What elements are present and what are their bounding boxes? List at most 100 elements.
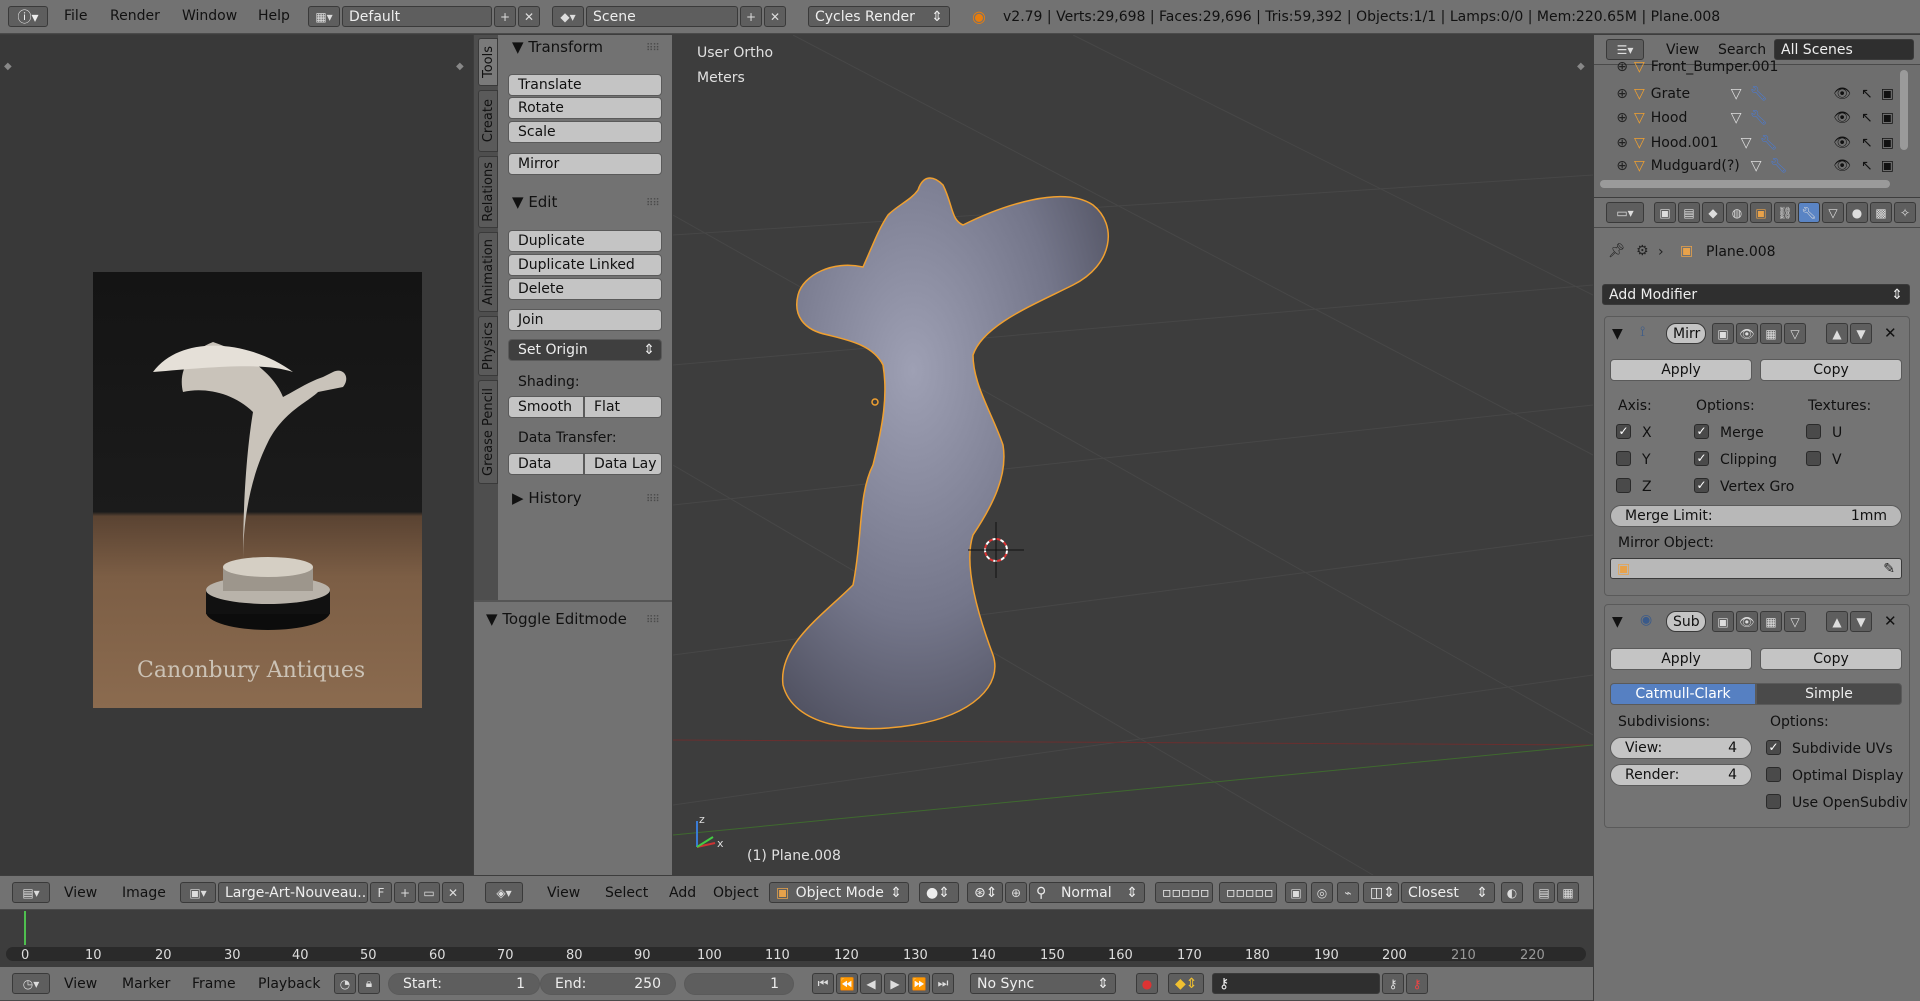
axis-y-checkbox[interactable] xyxy=(1616,451,1631,466)
data-layout-button[interactable]: Data Lay xyxy=(584,453,662,475)
jump-keyframe-forward-icon[interactable]: ⏩ xyxy=(908,973,930,994)
tab-animation[interactable]: Animation xyxy=(478,232,498,312)
menu-file[interactable]: File xyxy=(54,8,97,24)
3d-viewport[interactable]: User Ortho Meters (1) Plane.008 z x ◆ xyxy=(673,35,1593,875)
pivot-point-select[interactable]: ⊛⇕ xyxy=(967,882,1003,903)
clipping-checkbox[interactable]: ✓ xyxy=(1694,451,1709,466)
panel-grip-icon[interactable]: ⠿⠿ xyxy=(646,615,660,626)
subsurf-copy-button[interactable]: Copy xyxy=(1760,648,1902,670)
image-browse-icon[interactable]: ▣▾ xyxy=(180,882,216,903)
outliner-item[interactable]: ⊕ ▽ Hood ▽ 🔧︎ 👁︎ ↖ ▣ xyxy=(1600,106,1902,130)
remove-layout-icon[interactable]: ✕ xyxy=(518,6,540,27)
viewport-shading-select[interactable]: ●⇕ xyxy=(919,882,959,903)
image-editor-area[interactable]: Canonbury Antiques ◆ ◆ xyxy=(0,35,473,875)
edit-panel-header[interactable]: ▼ Edit xyxy=(512,193,557,211)
insert-keyframe-icon[interactable]: ⚷ xyxy=(1382,973,1404,994)
modifiers-tab-icon[interactable]: 🔧︎ xyxy=(1798,202,1820,223)
texture-tab-icon[interactable]: ▩ xyxy=(1870,202,1892,223)
mirror-editmode-icon[interactable]: ▦ xyxy=(1760,323,1782,344)
collapse-triangle-icon[interactable]: ▼ xyxy=(1612,326,1623,342)
render-camera-icon[interactable]: ▣ xyxy=(1881,135,1894,151)
mirror-cage-icon[interactable]: ▽ xyxy=(1784,323,1806,344)
current-frame-field[interactable]: 1 xyxy=(684,973,794,995)
join-button[interactable]: Join xyxy=(508,309,662,331)
menu-render[interactable]: Render xyxy=(100,8,170,24)
collapse-triangle-icon[interactable]: ▼ xyxy=(1612,614,1623,630)
tab-tools[interactable]: Tools xyxy=(478,38,498,86)
viewport-menu-view[interactable]: View xyxy=(537,885,590,901)
render-tab-icon[interactable]: ▣ xyxy=(1654,202,1676,223)
render-camera-icon[interactable]: ▣ xyxy=(1881,110,1894,126)
subsurf-move-up-icon[interactable]: ▲ xyxy=(1826,611,1848,632)
outliner-menu-view[interactable]: View xyxy=(1656,42,1709,58)
vertex-groups-checkbox[interactable]: ✓ xyxy=(1694,478,1709,493)
scene-tab-icon[interactable]: ◆ xyxy=(1702,202,1724,223)
timeline-menu-marker[interactable]: Marker xyxy=(112,976,180,992)
start-frame-field[interactable]: Start: 1 xyxy=(388,973,540,995)
transform-panel-header[interactable]: ▼ Transform xyxy=(512,38,603,56)
mirror-name-field[interactable]: Mirr xyxy=(1666,323,1706,344)
catmull-clark-button[interactable]: Catmull-Clark xyxy=(1610,683,1756,705)
mirror-apply-button[interactable]: Apply xyxy=(1610,359,1752,381)
tab-create[interactable]: Create xyxy=(478,90,498,152)
outliner-hscrollbar[interactable] xyxy=(1600,180,1890,188)
visibility-eye-icon[interactable]: 👁︎ xyxy=(1833,86,1851,102)
history-panel-header[interactable]: ▶ History xyxy=(512,489,582,507)
texture-u-checkbox[interactable] xyxy=(1806,424,1821,439)
add-modifier-select[interactable]: Add Modifier ⇕ xyxy=(1602,284,1910,305)
opengl-render-icon[interactable]: ◐ xyxy=(1501,882,1523,903)
jump-start-icon[interactable]: ⏮ xyxy=(812,973,834,994)
mirror-remove-icon[interactable]: ✕ xyxy=(1884,324,1897,342)
timeline-menu-playback[interactable]: Playback xyxy=(248,976,330,992)
subsurf-cage-icon[interactable]: ▽ xyxy=(1784,611,1806,632)
toggle-editmode-header[interactable]: ▼ Toggle Editmode xyxy=(486,610,627,628)
area-split-plus-icon[interactable]: ◆ xyxy=(4,61,12,72)
select-arrow-icon[interactable]: ↖ xyxy=(1861,135,1873,151)
visibility-eye-icon[interactable]: 👁︎ xyxy=(1833,135,1851,151)
tab-physics[interactable]: Physics xyxy=(478,316,498,376)
subsurf-move-down-icon[interactable]: ▼ xyxy=(1850,611,1872,632)
merge-checkbox[interactable]: ✓ xyxy=(1694,424,1709,439)
layer-buttons-a[interactable]: ▫▫▫▫▫ xyxy=(1155,882,1213,903)
translate-button[interactable]: Translate xyxy=(508,74,662,96)
editor-type-info-button[interactable]: ⓘ▾ xyxy=(8,6,48,27)
image-new-icon[interactable]: + xyxy=(394,882,416,903)
viewport-menu-object[interactable]: Object xyxy=(703,885,769,901)
image-name-field[interactable]: Large-Art-Nouveau... xyxy=(218,882,368,903)
data-button[interactable]: Data xyxy=(508,453,584,475)
mirror-move-up-icon[interactable]: ▲ xyxy=(1826,323,1848,344)
select-arrow-icon[interactable]: ↖ xyxy=(1861,158,1873,174)
outliner-item[interactable]: ⊕ ▽ Mudguard(?) ▽ 🔧︎ 👁︎ ↖ ▣ xyxy=(1600,156,1902,176)
axis-z-checkbox[interactable] xyxy=(1616,478,1631,493)
add-layout-icon[interactable]: + xyxy=(494,6,516,27)
render-image-icon[interactable]: ▤ xyxy=(1533,882,1555,903)
image-open-icon[interactable]: ▭ xyxy=(418,882,440,903)
subsurf-apply-button[interactable]: Apply xyxy=(1610,648,1752,670)
scale-button[interactable]: Scale xyxy=(508,121,662,143)
image-unlink-icon[interactable]: ✕ xyxy=(442,882,464,903)
scene-field[interactable]: Scene xyxy=(586,6,738,27)
mirror-viewport-eye-icon[interactable]: 👁︎ xyxy=(1736,323,1758,344)
menu-help[interactable]: Help xyxy=(248,8,300,24)
duplicate-linked-button[interactable]: Duplicate Linked xyxy=(508,254,662,276)
screen-layout-icon[interactable]: ▦▾ xyxy=(308,6,340,27)
material-tab-icon[interactable]: ● xyxy=(1846,202,1868,223)
snap-target-select[interactable]: Closest ⇕ xyxy=(1401,882,1495,903)
outliner-menu-search[interactable]: Search xyxy=(1708,42,1776,58)
flat-button[interactable]: Flat xyxy=(584,396,662,418)
delete-button[interactable]: Delete xyxy=(508,278,662,300)
render-camera-icon[interactable]: ▣ xyxy=(1881,158,1894,174)
add-scene-icon[interactable]: + xyxy=(740,6,762,27)
keying-set-select[interactable]: ◆⇕ xyxy=(1168,973,1204,994)
render-camera-icon[interactable]: ▣ xyxy=(1881,86,1894,102)
layer-buttons-b[interactable]: ▫▫▫▫▫ xyxy=(1219,882,1277,903)
eyedropper-icon[interactable]: ✎ xyxy=(1883,561,1895,577)
set-origin-select[interactable]: Set Origin ⇕ xyxy=(508,339,662,361)
outliner-item[interactable]: ⊕ ▽ Front_Bumper.001 xyxy=(1600,57,1902,77)
visibility-eye-icon[interactable]: 👁︎ xyxy=(1833,158,1851,174)
data-tab-icon[interactable]: ▽ xyxy=(1822,202,1844,223)
visibility-eye-icon[interactable]: 👁︎ xyxy=(1833,110,1851,126)
area-split-plus-icon[interactable]: ◆ xyxy=(1577,61,1585,72)
delete-keyframe-icon[interactable]: ⚷ xyxy=(1406,973,1428,994)
outliner-item[interactable]: ⊕ ▽ Hood.001 ▽ 🔧︎ 👁︎ ↖ ▣ xyxy=(1600,131,1902,155)
